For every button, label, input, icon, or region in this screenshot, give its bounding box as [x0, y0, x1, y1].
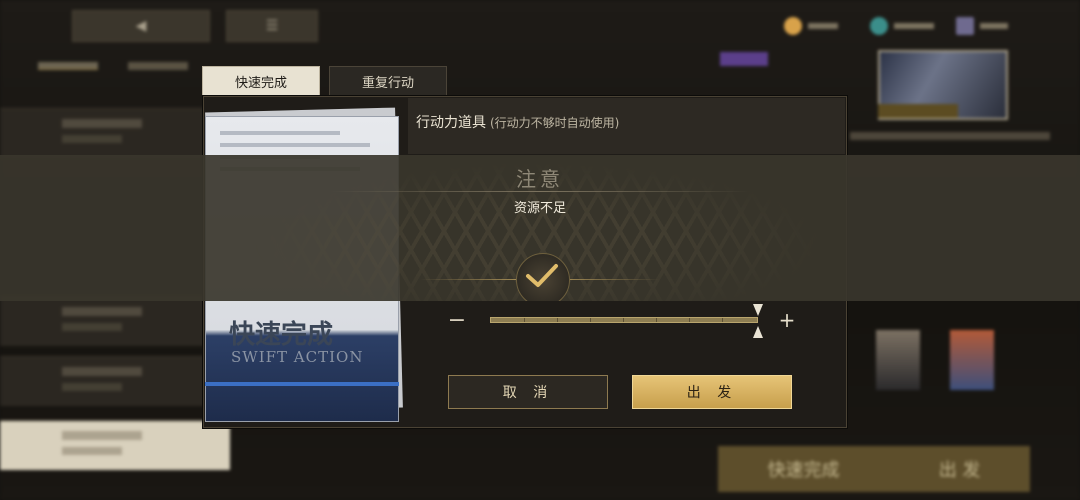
- resource-1: [784, 14, 838, 38]
- bottom-left-label: 快速完成: [767, 460, 840, 481]
- list-item-selected[interactable]: [0, 420, 230, 470]
- slider-track[interactable]: [490, 317, 758, 323]
- tag-badge: [720, 52, 768, 66]
- list-item[interactable]: [0, 356, 205, 406]
- notice-message: 资源不足: [513, 201, 566, 216]
- list-item[interactable]: [0, 296, 205, 346]
- reward-item: [876, 330, 920, 390]
- menu-button[interactable]: ☰: [226, 10, 318, 42]
- card-title: 快速完成: [229, 320, 334, 350]
- depart-button[interactable]: 出 发: [632, 375, 792, 409]
- mission-desc: [850, 132, 1050, 140]
- item-title-text: 行动力道具: [416, 115, 486, 131]
- slider-thumb[interactable]: [752, 304, 764, 338]
- plus-button[interactable]: +: [772, 306, 802, 334]
- item-title: 行动力道具 (行动力不够时自动使用): [416, 112, 619, 132]
- bottom-right-label: 出 发: [938, 460, 981, 481]
- tab-repeat-action[interactable]: 重复行动: [329, 66, 447, 96]
- plus-icon: +: [778, 308, 796, 332]
- cancel-button[interactable]: 取 消: [448, 375, 608, 409]
- quantity-slider: − +: [440, 300, 800, 340]
- reward-item: [950, 330, 994, 390]
- back-arrow-icon: ◀: [135, 18, 147, 34]
- bottom-action-bar: 快速完成 出 发: [718, 446, 1030, 492]
- mission-bar: [878, 104, 958, 118]
- notice-banner: 注意 资源不足: [0, 155, 1080, 301]
- notice-title: 注意: [516, 167, 564, 191]
- list-item[interactable]: [0, 108, 205, 158]
- minus-icon: −: [447, 308, 467, 333]
- energy-icon: [870, 17, 888, 35]
- tab-swift-action[interactable]: 快速完成: [202, 66, 320, 96]
- back-button[interactable]: ◀: [72, 10, 210, 42]
- resource-3: [956, 14, 1008, 38]
- left-tabs: [20, 62, 210, 70]
- item-note: (行动力不够时自动使用): [490, 116, 620, 130]
- card-subtitle: SWIFT ACTION: [231, 348, 364, 366]
- ticket-icon: [956, 17, 974, 35]
- minus-button[interactable]: −: [440, 308, 474, 334]
- resource-2: [870, 14, 934, 38]
- menu-icon: ☰: [265, 18, 279, 34]
- confirm-check-button[interactable]: [514, 253, 570, 301]
- checkmark-icon: [526, 264, 558, 287]
- coin-icon: [784, 17, 802, 35]
